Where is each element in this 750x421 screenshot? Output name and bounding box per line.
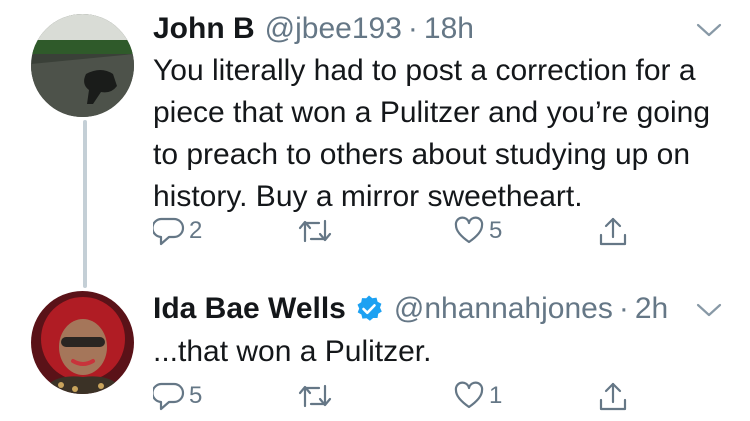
- tweet-header: Ida Bae Wells @nhannahjones · 2h: [153, 291, 668, 327]
- author-name[interactable]: John B: [153, 11, 255, 47]
- tweet-actions: 2 5: [153, 215, 673, 255]
- verified-badge-icon: [354, 294, 384, 324]
- avatar[interactable]: [31, 14, 134, 117]
- thread-connector-line: [83, 120, 87, 288]
- reply-icon: [153, 217, 185, 246]
- share-icon: [599, 382, 627, 411]
- author-handle[interactable]: @nhannahjones: [394, 291, 613, 327]
- tweet-time[interactable]: 2h: [635, 291, 668, 327]
- tweet-header: John B @jbee193 · 18h: [153, 11, 474, 47]
- like-button[interactable]: 1: [453, 380, 502, 412]
- chevron-down-icon[interactable]: [696, 22, 722, 38]
- retweet-icon: [298, 384, 332, 408]
- like-icon: [454, 216, 484, 244]
- reply-button[interactable]: 5: [153, 380, 202, 412]
- retweet-button[interactable]: [297, 380, 337, 412]
- reply-count: 2: [189, 217, 203, 244]
- share-button[interactable]: [597, 215, 629, 249]
- like-icon: [454, 381, 484, 409]
- reply-count: 5: [189, 382, 203, 409]
- chevron-down-icon[interactable]: [696, 302, 722, 318]
- retweet-button[interactable]: [297, 215, 337, 247]
- separator-dot: ·: [407, 12, 418, 45]
- tweet-time[interactable]: 18h: [424, 11, 474, 47]
- reply-icon: [153, 382, 185, 411]
- author-handle[interactable]: @jbee193: [265, 11, 402, 47]
- tweet-text: ...that won a Pulitzer.: [153, 335, 432, 368]
- author-name[interactable]: Ida Bae Wells: [153, 291, 346, 327]
- tweet-actions: 5 1: [153, 380, 673, 420]
- reply-button[interactable]: 2: [153, 215, 202, 247]
- share-icon: [599, 217, 627, 246]
- tweet-text: You literally had to post a correction f…: [153, 54, 711, 213]
- like-button[interactable]: 5: [453, 215, 502, 247]
- like-count: 1: [489, 382, 503, 409]
- retweet-icon: [298, 219, 332, 243]
- share-button[interactable]: [597, 380, 629, 414]
- like-count: 5: [489, 217, 503, 244]
- separator-dot: ·: [618, 292, 629, 325]
- avatar[interactable]: [31, 291, 134, 394]
